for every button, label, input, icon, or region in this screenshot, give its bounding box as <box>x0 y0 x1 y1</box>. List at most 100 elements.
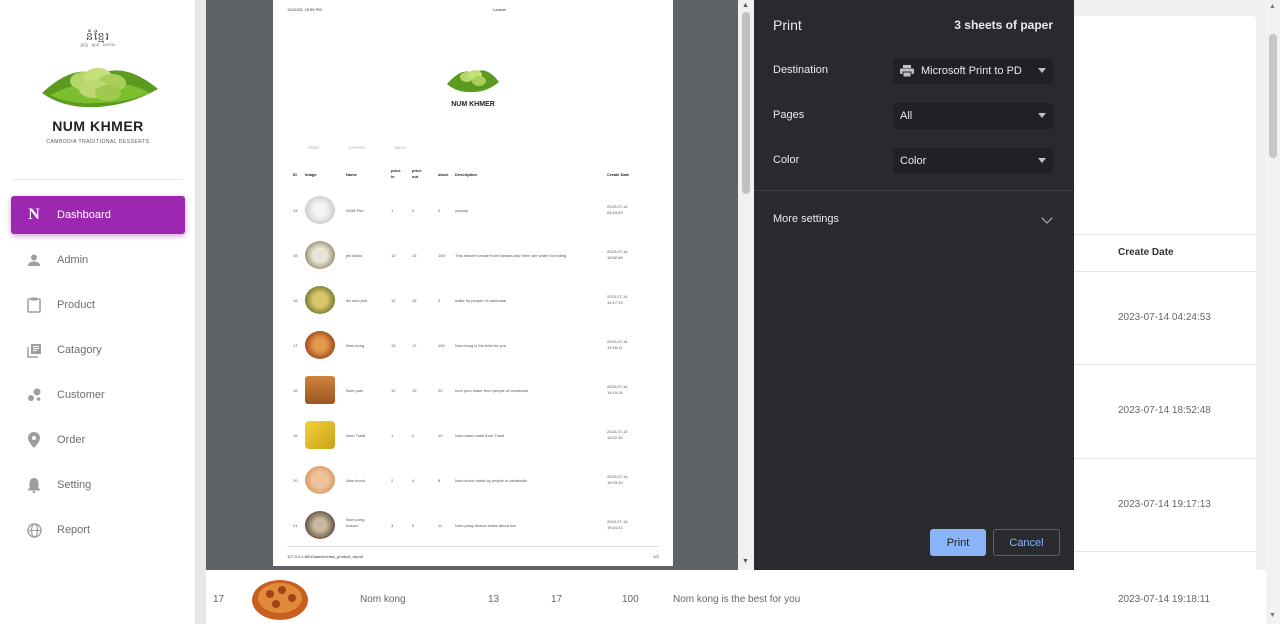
sheet-count: 3 sheets of paper <box>954 18 1053 32</box>
table-row: 16 An som jruk 12 15 3 make by people of… <box>287 278 659 323</box>
sidebar-item-label: Setting <box>57 479 92 491</box>
product-image <box>305 376 335 404</box>
cell-price-out: 15 <box>412 298 417 303</box>
chevron-down-icon[interactable] <box>1041 212 1053 224</box>
cell-create-date: 2023-07-14 19:23:10 <box>607 474 628 485</box>
cell-id: 21 <box>293 523 298 528</box>
sidebar-item-setting[interactable]: Setting <box>11 466 185 504</box>
library-icon <box>26 342 42 358</box>
pages-select[interactable]: All <box>893 103 1053 129</box>
scroll-up-arrow-icon[interactable]: ▲ <box>1269 3 1276 10</box>
sidebar-item-label: Admin <box>57 254 89 266</box>
chevron-down-icon <box>1038 113 1046 118</box>
scrollbar-thumb[interactable] <box>1269 34 1277 158</box>
dessert-logo-image <box>42 68 158 108</box>
scroll-up-arrow-icon[interactable]: ▲ <box>742 2 749 9</box>
sidebar-item-label: Catagory <box>57 344 102 356</box>
cell-stock: 3 <box>438 298 441 303</box>
preview-print-action: PRINT <box>308 145 320 150</box>
cell-description: Nom pong Ansom make about rice <box>455 523 517 528</box>
sidebar: នំខ្មែរ ឆ្ងាញ់ · ស្អាត · អនាម័យ NUM KHME… <box>0 0 196 624</box>
brand-tagline: CAMBODIA TRADITIONAL DESSERTS <box>46 139 150 145</box>
cell-create-date: 2023-07-14 19:24:21 <box>607 519 628 530</box>
color-value: Color <box>900 155 927 167</box>
preview-footer-divider <box>287 546 659 547</box>
create-date-cell: 2023-07-14 19:17:13 <box>1118 499 1211 510</box>
printer-icon <box>900 65 914 77</box>
cell-name: Nom kong <box>360 594 406 605</box>
cell-stock: 11 <box>438 523 443 528</box>
sidebar-item-catagory[interactable]: Catagory <box>11 331 185 369</box>
table-row: 17 Nom kong 13 17 100 Nom kong is the be… <box>287 323 659 368</box>
sidebar-item-customer[interactable]: Customer <box>11 376 185 414</box>
table-row: 18 Nom pum 12 19 20 nom pum make from pe… <box>287 368 659 413</box>
page-scrollbar[interactable]: ▲ ▼ <box>1266 0 1280 624</box>
cell-price-in: 13 <box>391 343 396 348</box>
print-preview-page: 11/02/23, 15:59 PM Laravel NUM KHMER PRI… <box>273 0 673 566</box>
table-row[interactable]: 17 Nom kong 13 17 100 Nom kong is the be… <box>206 570 1266 624</box>
print-button[interactable]: Print <box>930 529 986 556</box>
product-image <box>305 331 335 359</box>
cell-price-out: 15 <box>412 253 417 258</box>
cell-description: Nom trasit make from Trasit <box>455 433 505 438</box>
table-row: 19 Nom Trasit 1 2 10 Nom trasit make fro… <box>287 413 659 458</box>
cell-create-date: 2023-07-14 19:22:10 <box>607 429 628 440</box>
product-image <box>305 421 335 449</box>
preview-scrollbar[interactable]: ▲ ▼ <box>738 0 754 570</box>
product-image <box>305 286 335 314</box>
sidebar-item-product[interactable]: Product <box>11 286 185 324</box>
cell-price-out: 19 <box>412 388 417 393</box>
cancel-button[interactable]: Cancel <box>993 529 1060 556</box>
cell-id: 15 <box>293 253 298 258</box>
sidebar-item-dashboard[interactable]: N Dashboard <box>11 196 185 234</box>
cell-stock: 100 <box>622 594 639 605</box>
scroll-down-arrow-icon[interactable]: ▼ <box>742 558 749 565</box>
divider <box>1074 271 1260 272</box>
create-date-cell: 2023-07-14 04:24:53 <box>1118 312 1211 323</box>
clipboard-icon <box>26 297 42 313</box>
product-image <box>305 241 335 269</box>
create-date-cell: 2023-07-14 18:52:48 <box>1118 405 1211 416</box>
scrollbar-thumb[interactable] <box>742 12 750 194</box>
location-pin-icon <box>26 432 42 448</box>
cell-create-date: 2023-07-14 19:18:11 <box>1118 594 1211 605</box>
cell-price-out: 4 <box>412 478 415 483</box>
print-dialog-panel: Print 3 sheets of paper Destination Micr… <box>754 0 1074 570</box>
cell-name: An som jruk <box>346 298 368 303</box>
cell-description: yummy <box>455 208 468 213</box>
color-select[interactable]: Color <box>893 148 1053 174</box>
cell-name: Nom kroch <box>346 478 366 483</box>
letter-n-icon: N <box>28 206 40 223</box>
cell-price-in: 12 <box>391 253 396 258</box>
destination-value: Microsoft Print to PD <box>921 65 1022 77</box>
cell-name: Nom Trasit <box>346 433 366 438</box>
sidebar-item-order[interactable]: Order <box>11 421 185 459</box>
cell-description: make by people of cambodai <box>455 298 507 303</box>
cell-id: 13 <box>293 208 298 213</box>
cell-name: Nom pong Ansom <box>346 517 365 528</box>
scroll-down-arrow-icon[interactable]: ▼ <box>1269 612 1276 619</box>
sidebar-item-admin[interactable]: Admin <box>11 241 185 279</box>
sidebar-item-report[interactable]: Report <box>11 511 185 549</box>
cell-id: 20 <box>293 478 298 483</box>
brand-logo: នំខ្មែរ ឆ្ងាញ់ · ស្អាត · អនាម័យ NUM KHME… <box>12 0 183 180</box>
color-label: Color <box>773 154 800 166</box>
print-dialog-title: Print <box>773 17 802 33</box>
cell-price-out: 17 <box>412 343 417 348</box>
column-header-id: ID <box>293 172 297 177</box>
print-preview-area: 11/02/23, 15:59 PM Laravel NUM KHMER PRI… <box>206 0 754 570</box>
table-row: 15 jek khtao 12 15 100 This dessert crea… <box>287 233 659 278</box>
brand-title: NUM KHMER <box>52 118 144 134</box>
sidebar-item-label: Product <box>57 299 95 311</box>
sidebar-nav: N Dashboard Admin Product Catagory Custo… <box>11 196 185 556</box>
cell-stock: 0 <box>438 208 441 213</box>
cell-price-in: 1 <box>391 433 394 438</box>
column-header-price-out: price out <box>412 168 422 179</box>
cell-description: Nom kong is the best for you <box>455 343 506 348</box>
cell-price-out: 17 <box>551 594 563 605</box>
more-settings-toggle[interactable]: More settings <box>773 213 839 225</box>
destination-select[interactable]: Microsoft Print to PD <box>893 58 1053 84</box>
divider <box>1074 234 1260 235</box>
column-header-image: Image <box>305 172 317 177</box>
preview-back-action: BACK <box>395 145 406 150</box>
